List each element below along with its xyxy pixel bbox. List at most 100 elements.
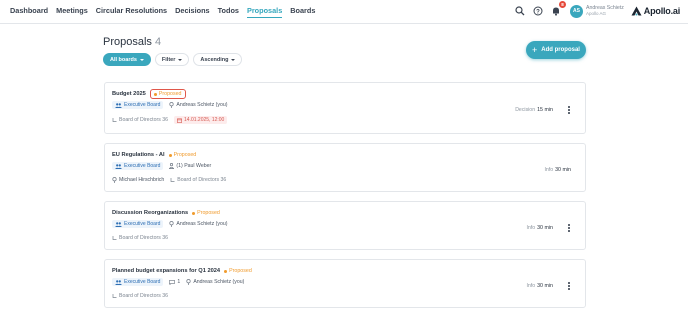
- status-label: Proposed: [229, 268, 252, 274]
- owner: Andreas Schietz (you): [186, 279, 244, 285]
- status-label: Proposed: [197, 210, 220, 216]
- sort-label: Ascending: [200, 56, 229, 63]
- proposal-duration: 30 min: [537, 225, 553, 231]
- proposal-card[interactable]: Budget 2025 Proposed Executive Board And…: [104, 82, 586, 134]
- logo: Apollo.ai: [631, 6, 680, 16]
- help-icon: ?: [533, 6, 543, 16]
- status-dot: [168, 153, 172, 157]
- user-info[interactable]: Andreas Schietz Apollo AG: [586, 5, 624, 17]
- arrow-return-icon: [170, 177, 175, 182]
- apollo-logo-icon: [631, 6, 642, 16]
- board-chip-label: Executive Board: [124, 163, 161, 169]
- all-boards-label: All boards: [110, 56, 137, 63]
- pin-icon: [186, 279, 191, 285]
- filter-label: Filter: [161, 56, 176, 63]
- chevron-down-icon: [139, 58, 144, 61]
- nav-meetings[interactable]: Meetings: [56, 6, 88, 18]
- owner: Andreas Schietz (you): [169, 102, 227, 108]
- header-actions: ? 8 AS Andreas Schietz Apollo AG Apollo.…: [508, 1, 680, 19]
- bell-icon: [553, 7, 560, 16]
- proposal-title: Planned budget expansions for Q1 2024: [112, 268, 221, 274]
- proposal-duration: 30 min: [555, 167, 571, 173]
- status-label: Proposed: [173, 152, 197, 158]
- target-board: Board of Directors 36: [112, 117, 168, 123]
- status-badge: Proposed: [192, 210, 220, 216]
- nav-circular-resolutions[interactable]: Circular Resolutions: [96, 6, 167, 18]
- owner-name: Andreas Schietz (you): [193, 279, 245, 285]
- board-chip: Executive Board: [112, 101, 164, 109]
- proposal-card[interactable]: Planned budget expansions for Q1 2024 Pr…: [104, 259, 586, 308]
- comment-count: 1: [177, 279, 181, 285]
- nav-dashboard[interactable]: Dashboard: [10, 6, 48, 18]
- proposal-duration: 30 min: [537, 283, 553, 289]
- proposal-count: 4: [154, 36, 162, 48]
- top-navigation-bar: Dashboard Meetings Circular Resolutions …: [0, 0, 688, 24]
- proposal-type: Info: [526, 225, 536, 231]
- board-chip: Executive Board: [112, 220, 164, 228]
- proposal-card[interactable]: EU Regulations - AI Proposed Executive B…: [104, 143, 586, 192]
- group-icon: [115, 102, 122, 108]
- plus-icon: +: [532, 44, 538, 55]
- proposal-type: Info: [544, 167, 554, 173]
- arrow-return-icon: [112, 235, 117, 240]
- owner-name: Andreas Schietz (you): [176, 102, 228, 108]
- search-button[interactable]: [514, 5, 526, 17]
- board-chip: Executive Board: [112, 278, 164, 286]
- calendar-icon: [177, 118, 182, 123]
- nav-decisions[interactable]: Decisions: [175, 6, 209, 18]
- logo-text: Apollo.ai: [643, 6, 680, 16]
- help-button[interactable]: ?: [532, 5, 544, 17]
- pin-icon: [169, 221, 174, 227]
- nav-todos[interactable]: Todos: [218, 6, 239, 18]
- search-icon: [515, 6, 525, 16]
- all-boards-dropdown[interactable]: All boards: [103, 53, 151, 66]
- board-chip-label: Executive Board: [124, 102, 161, 108]
- filter-dropdown[interactable]: Filter: [154, 53, 190, 66]
- nav-boards[interactable]: Boards: [290, 6, 315, 18]
- more-options-button[interactable]: [566, 105, 572, 115]
- board-chip: Executive Board: [112, 162, 164, 170]
- more-options-button[interactable]: [566, 223, 572, 233]
- status-dot: [192, 211, 196, 215]
- sort-dropdown[interactable]: Ascending: [193, 53, 243, 66]
- board-chip-label: Executive Board: [124, 279, 161, 285]
- avatar[interactable]: AS: [570, 4, 584, 18]
- user-org: Apollo AG: [586, 11, 607, 16]
- date-label: 14.01.2025, 12:00: [184, 117, 225, 123]
- owner-name: Michael Hirschbrich: [119, 177, 165, 183]
- nav-proposals[interactable]: Proposals: [246, 6, 283, 18]
- person-icon: [169, 163, 175, 169]
- notifications-button[interactable]: 8: [550, 1, 567, 17]
- owner: Andreas Schietz (you): [169, 221, 227, 227]
- chevron-down-icon: [178, 58, 183, 61]
- target-board-label: Board of Directors 36: [177, 177, 227, 183]
- participants-label: (1) Paul Weber: [176, 163, 212, 169]
- page-title-text: Proposals: [103, 36, 152, 48]
- status-dot: [153, 92, 157, 96]
- comment-icon: [169, 279, 176, 285]
- chevron-down-icon: [231, 58, 236, 61]
- pin-icon: [112, 177, 117, 183]
- arrow-return-icon: [112, 293, 117, 298]
- arrow-return-icon: [112, 117, 117, 122]
- target-board: Board of Directors 36: [112, 235, 168, 241]
- participants: (1) Paul Weber: [169, 163, 211, 169]
- proposal-card[interactable]: Discussion Reorganizations Proposed Exec…: [104, 201, 586, 250]
- add-proposal-button[interactable]: + Add proposal: [526, 41, 586, 59]
- proposal-type: Decision: [515, 107, 536, 113]
- board-chip-label: Executive Board: [124, 221, 161, 227]
- owner-name: Andreas Schietz (you): [176, 221, 228, 227]
- status-badge: Proposed: [149, 89, 186, 99]
- main-nav: Dashboard Meetings Circular Resolutions …: [10, 6, 315, 18]
- date-chip: 14.01.2025, 12:00: [174, 116, 228, 124]
- pin-icon: [169, 102, 174, 108]
- comments: 1: [169, 279, 180, 285]
- owner: Michael Hirschbrich: [112, 177, 164, 183]
- group-icon: [115, 221, 122, 227]
- target-board-label: Board of Directors 36: [119, 235, 169, 241]
- target-board-label: Board of Directors 36: [119, 293, 169, 299]
- more-options-button[interactable]: [566, 281, 572, 291]
- proposal-title: Discussion Reorganizations: [112, 210, 189, 216]
- notification-badge: 8: [559, 1, 567, 8]
- target-board-label: Board of Directors 36: [119, 117, 169, 123]
